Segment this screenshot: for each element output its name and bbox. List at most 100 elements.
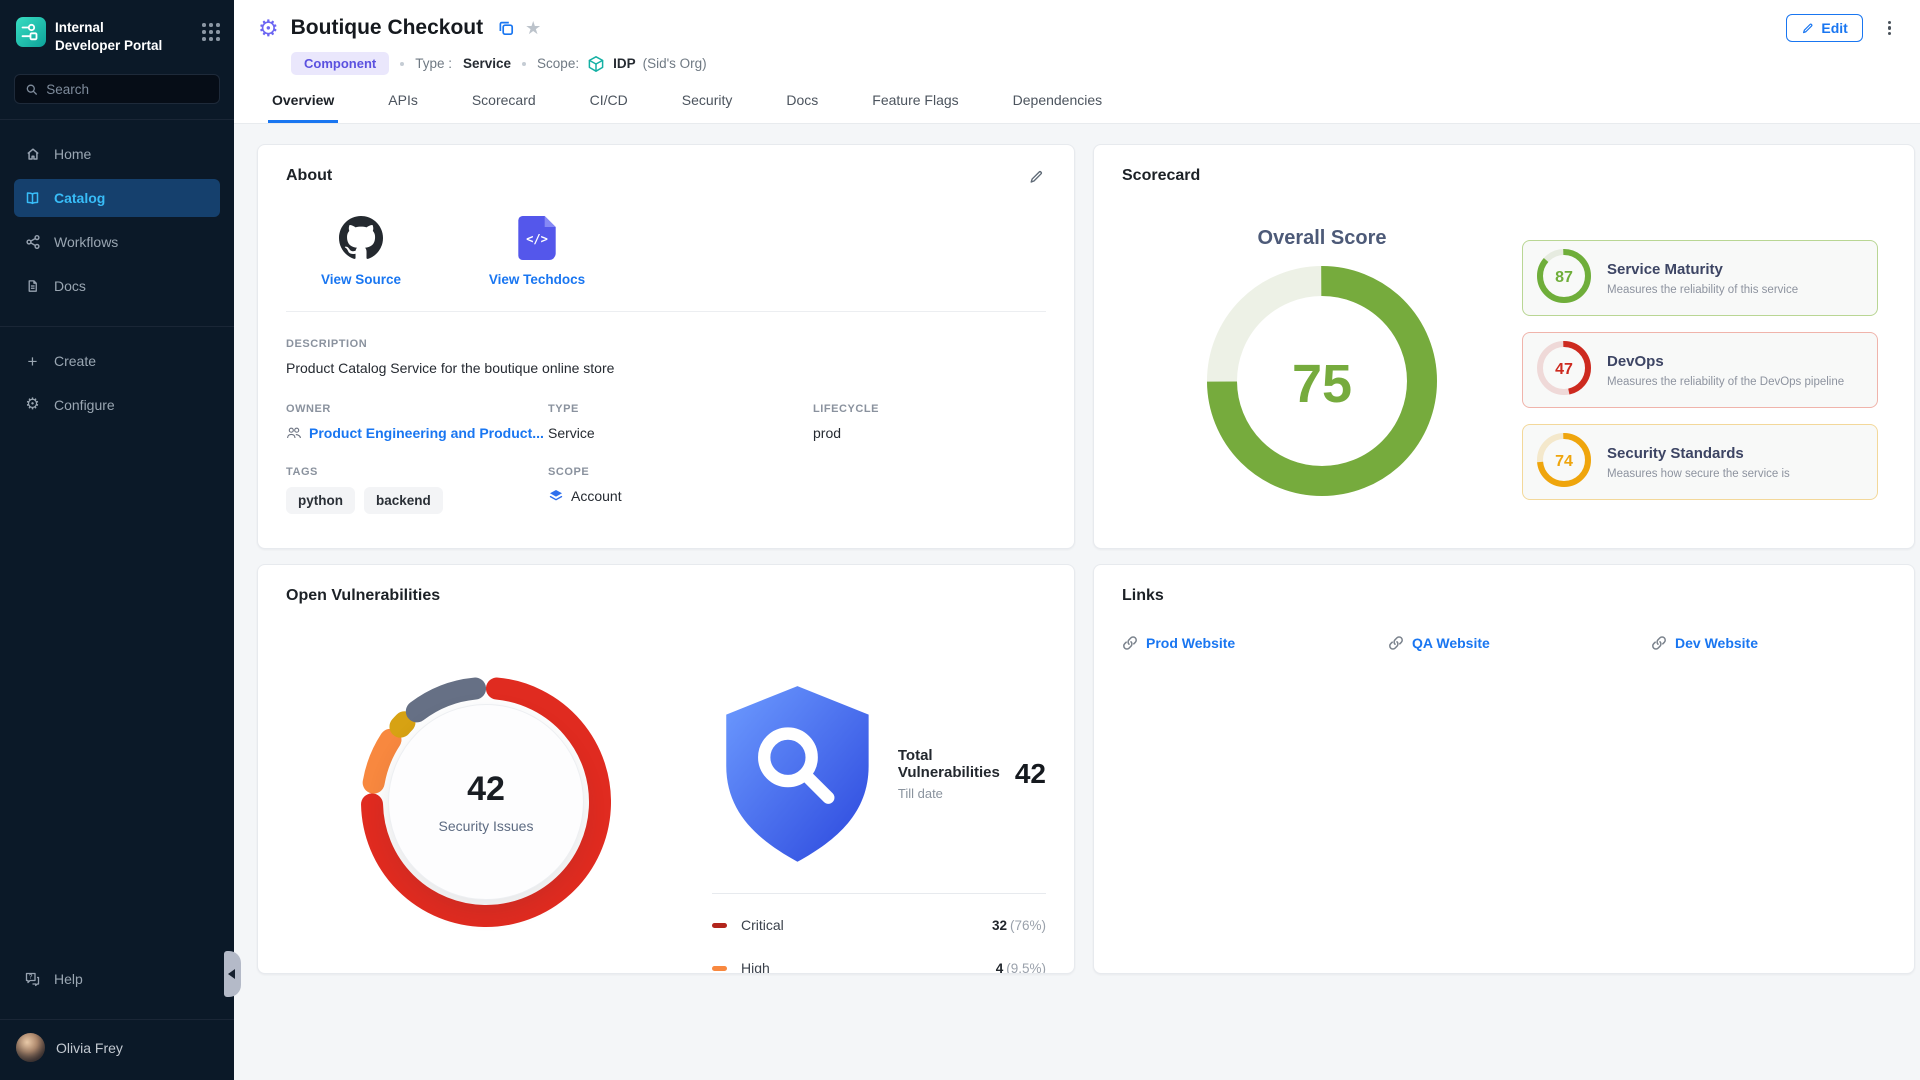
sidebar-item-catalog[interactable]: Catalog	[14, 179, 220, 217]
vuln-row-critical: Critical 32(76%)	[712, 904, 1046, 947]
page-title: Boutique Checkout	[291, 16, 484, 40]
sidebar-item-label: Configure	[54, 397, 115, 413]
about-title: About	[286, 167, 332, 185]
pencil-icon	[1028, 169, 1044, 185]
search-icon	[25, 82, 38, 97]
scorecard-item-service-maturity[interactable]: 87 Service Maturity Measures the reliabi…	[1522, 240, 1878, 316]
about-card: About View Source </>	[257, 144, 1075, 549]
divider	[0, 119, 234, 120]
view-source-link[interactable]: View Source	[306, 216, 416, 287]
tab-overview[interactable]: Overview	[268, 92, 338, 123]
links-card: Links Prod Website QA Website Dev Websit…	[1093, 564, 1915, 974]
tab-docs[interactable]: Docs	[782, 92, 822, 123]
help-chat-icon: ?	[24, 971, 41, 987]
scorecard-title: Scorecard	[1122, 167, 1200, 185]
sidebar-item-label: Create	[54, 353, 96, 369]
search-input[interactable]	[46, 82, 209, 97]
tag-chip[interactable]: python	[286, 487, 355, 514]
type-field: TYPE Service	[548, 403, 813, 441]
type-value: Service	[463, 56, 511, 71]
overall-score-label: Overall Score	[1258, 227, 1387, 250]
qa-website-link[interactable]: QA Website	[1388, 635, 1651, 651]
type-label: Type :	[415, 56, 452, 71]
tab-dependencies[interactable]: Dependencies	[1009, 92, 1107, 123]
favorite-star-icon[interactable]: ★	[525, 18, 541, 39]
tab-feature-flags[interactable]: Feature Flags	[868, 92, 962, 123]
tab-bar: Overview APIs Scorecard CI/CD Security D…	[268, 92, 1896, 123]
vuln-row-high: High 4(9.5%)	[712, 947, 1046, 974]
docs-file-icon	[24, 278, 41, 294]
tab-apis[interactable]: APIs	[384, 92, 422, 123]
sidebar-item-home[interactable]: Home	[14, 135, 220, 173]
tab-cicd[interactable]: CI/CD	[586, 92, 632, 123]
sidebar: Internal Developer Portal Home	[0, 0, 234, 1080]
sidebar-item-workflows[interactable]: Workflows	[14, 223, 220, 261]
scope-value: IDP	[613, 56, 636, 71]
vulnerabilities-donut: 42 Security Issues	[361, 677, 611, 927]
plus-icon: +	[24, 353, 41, 370]
prod-website-link[interactable]: Prod Website	[1122, 635, 1388, 651]
description-value: Product Catalog Service for the boutique…	[286, 360, 1046, 376]
sidebar-item-label: Home	[54, 146, 91, 162]
sidebar-item-configure[interactable]: ⚙ Configure	[14, 386, 220, 424]
sidebar-item-label: Workflows	[54, 234, 118, 250]
user-name: Olivia Frey	[56, 1040, 123, 1056]
total-vulnerabilities-value: 42	[1015, 758, 1046, 790]
total-vulnerabilities-row: Total Vulnerabilities Till date 42	[712, 679, 1046, 869]
user-profile[interactable]: Olivia Frey	[0, 1020, 234, 1080]
view-techdocs-link[interactable]: </> View Techdocs	[482, 216, 592, 287]
description-label: DESCRIPTION	[286, 338, 1046, 350]
dev-website-link[interactable]: Dev Website	[1651, 635, 1886, 651]
edit-button[interactable]: Edit	[1786, 14, 1862, 42]
security-issues-count: 42	[467, 770, 505, 809]
brand-row: Internal Developer Portal	[0, 0, 234, 64]
owner-link[interactable]: Product Engineering and Product...	[309, 425, 544, 441]
sidebar-item-label: Docs	[54, 278, 86, 294]
tab-scorecard[interactable]: Scorecard	[468, 92, 540, 123]
content-grid: About View Source </>	[234, 124, 1920, 974]
severity-dash-icon	[712, 966, 727, 971]
scorecard-card: Scorecard Overall Score 75	[1093, 144, 1915, 549]
overall-score-gauge: 75	[1207, 266, 1437, 501]
scorecard-item-security-standards[interactable]: 74 Security Standards Measures how secur…	[1522, 424, 1878, 500]
overall-score-value: 75	[1207, 266, 1437, 501]
sidebar-item-create[interactable]: + Create	[14, 342, 220, 380]
team-icon	[286, 426, 302, 440]
dot-separator	[400, 62, 404, 66]
severity-dash-icon	[712, 923, 727, 928]
till-date-label: Till date	[898, 786, 1000, 801]
github-icon	[339, 216, 383, 260]
svg-text:?: ?	[29, 974, 33, 981]
brand-title: Internal Developer Portal	[55, 17, 193, 54]
vulnerabilities-card: Open Vulnerabilities 42 Security Issues	[257, 564, 1075, 974]
techdocs-icon: </>	[518, 216, 556, 260]
sidebar-item-help[interactable]: ? Help	[14, 960, 220, 998]
account-layers-icon	[548, 488, 564, 504]
kind-badge: Component	[291, 52, 389, 75]
sidebar-footer-nav: ? Help	[0, 960, 234, 1004]
copy-icon[interactable]	[497, 19, 515, 37]
sidebar-item-docs[interactable]: Docs	[14, 267, 220, 305]
tab-security[interactable]: Security	[678, 92, 737, 123]
app-grid-icon[interactable]	[202, 17, 220, 41]
sidebar-search[interactable]	[14, 74, 220, 104]
lifecycle-field: LIFECYCLE prod	[813, 403, 1046, 441]
link-icon	[1388, 635, 1404, 651]
svg-text:</>: </>	[526, 232, 548, 246]
scorecard-item-devops[interactable]: 47 DevOps Measures the reliability of th…	[1522, 332, 1878, 408]
tag-chip[interactable]: backend	[364, 487, 443, 514]
security-issues-label: Security Issues	[439, 818, 534, 834]
scope-cube-icon	[586, 54, 606, 74]
about-edit-button[interactable]	[1026, 167, 1046, 192]
vulnerabilities-title: Open Vulnerabilities	[286, 587, 440, 605]
avatar	[16, 1033, 45, 1062]
sidebar-collapse-handle[interactable]	[224, 951, 241, 997]
workflows-icon	[24, 234, 41, 250]
scope-field: SCOPE Account	[548, 466, 813, 514]
owner-field: OWNER Product Engineering and Product...	[286, 403, 548, 441]
dot-separator	[522, 62, 526, 66]
tags-field: TAGS python backend	[286, 466, 548, 514]
home-icon	[24, 146, 41, 162]
more-options-button[interactable]	[1883, 16, 1896, 41]
page-header: ⚙ Boutique Checkout ★ Edit Component Ty	[234, 0, 1920, 124]
